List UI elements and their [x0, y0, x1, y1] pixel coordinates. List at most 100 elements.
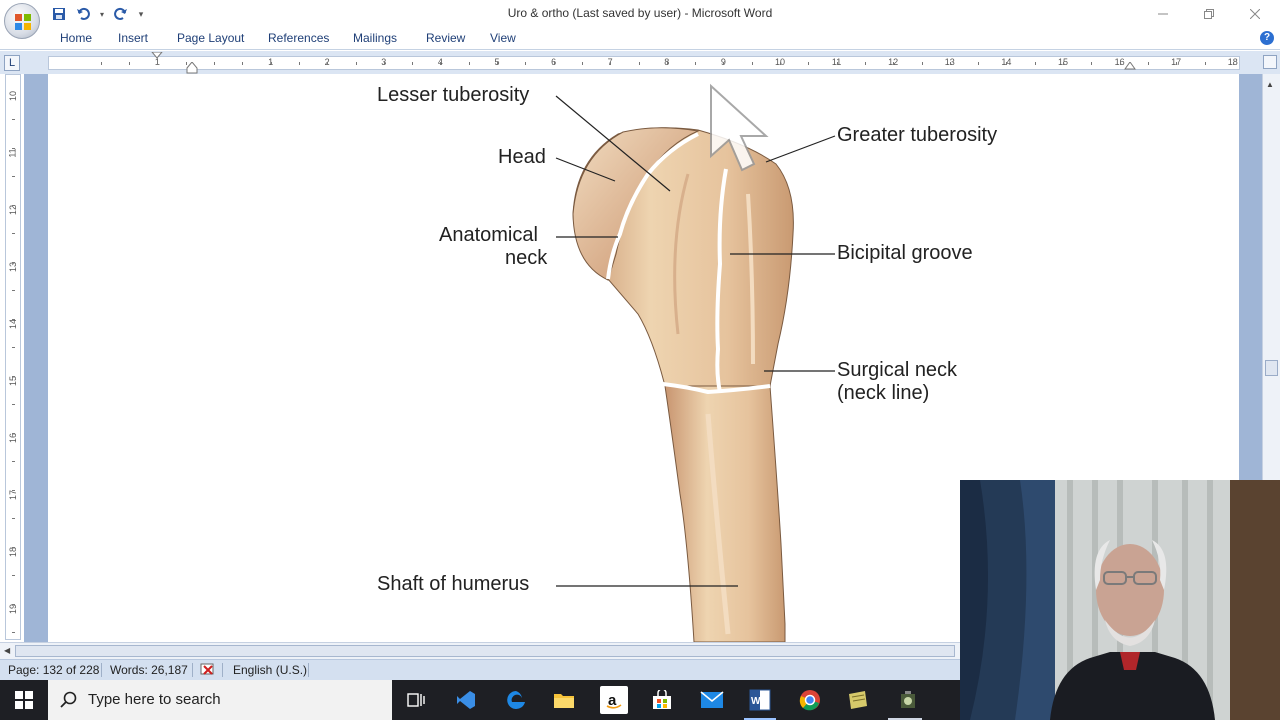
ruler-tick [1091, 62, 1093, 65]
label-shaft-of-humerus: Shaft of humerus [377, 573, 530, 595]
amazon-icon[interactable]: a [600, 686, 628, 714]
ruler-tick [12, 632, 15, 633]
ruler-tick [949, 62, 951, 65]
help-icon[interactable]: ? [1260, 31, 1274, 45]
window-title: Uro & ortho (Last saved by user) - Micro… [507, 6, 773, 20]
right-indent-icon[interactable] [1124, 62, 1136, 70]
word-icon[interactable]: W [746, 686, 774, 714]
scroll-left-icon[interactable]: ◀ [4, 646, 10, 655]
language-status[interactable]: English (U.S.) [233, 663, 307, 677]
ruler-tick [921, 62, 923, 65]
ruler-tick [836, 62, 838, 65]
label-lesser-tuberosity: Lesser tuberosity [377, 84, 530, 106]
vertical-ruler[interactable]: 10 11 12 13 14 15 16 17 18 19 [5, 74, 21, 640]
left-indent-icon[interactable] [186, 62, 198, 74]
chrome-icon[interactable] [796, 686, 824, 714]
store-icon[interactable] [648, 686, 676, 714]
view-ruler-icon[interactable] [1263, 55, 1277, 69]
start-button[interactable] [0, 680, 48, 720]
visual-studio-icon[interactable] [452, 686, 480, 714]
ruler-number: 15 [8, 375, 19, 387]
ruler-tick [12, 518, 15, 519]
horizontal-ruler[interactable]: 112345678910111213141516171819 [48, 52, 1240, 74]
ruler-tick [12, 404, 15, 405]
tab-mailings[interactable]: Mailings [353, 31, 397, 45]
ruler-tick [468, 62, 470, 65]
ruler-tick [525, 62, 527, 65]
camera-app-icon[interactable] [894, 686, 922, 714]
tab-review[interactable]: Review [426, 31, 465, 45]
ruler-tick [12, 233, 15, 234]
ruler-tick [12, 204, 15, 206]
ruler-number: 11 [7, 148, 18, 158]
customize-qat-icon[interactable]: ▾ [136, 5, 146, 23]
word-count-status[interactable]: Words: 26,187 [110, 663, 188, 677]
ruler-tick [978, 62, 980, 65]
label-bicipital-groove: Bicipital groove [837, 242, 973, 264]
mail-icon[interactable] [698, 686, 726, 714]
label-head: Head [498, 146, 546, 168]
ruler-tick [581, 62, 583, 65]
scroll-up-icon[interactable]: ▲ [1266, 80, 1274, 89]
ruler-tick [327, 62, 329, 65]
ruler-tick [12, 147, 15, 149]
undo-dropdown-icon[interactable]: ▾ [98, 5, 106, 23]
windows-logo-icon [15, 691, 33, 709]
status-separator [308, 663, 309, 677]
tab-home[interactable]: Home [60, 31, 92, 45]
title-bar: ▾ ▾ Uro & ortho (Last saved by user) - M… [0, 0, 1280, 39]
edge-icon[interactable] [502, 686, 530, 714]
restore-button[interactable] [1186, 0, 1232, 28]
ruler-number: 10 [8, 90, 19, 102]
horizontal-scrollbar[interactable]: ◀ [0, 642, 960, 659]
vertical-scroll-thumb[interactable] [1265, 360, 1278, 376]
tab-references[interactable]: References [268, 31, 329, 45]
word-window: ▾ ▾ Uro & ortho (Last saved by user) - M… [0, 0, 1280, 720]
save-icon[interactable] [50, 5, 68, 23]
tab-page-layout[interactable]: Page Layout [177, 31, 244, 45]
label-greater-tuberosity: Greater tuberosity [837, 124, 998, 146]
ruler-tick [610, 62, 612, 65]
undo-icon[interactable] [74, 5, 92, 23]
file-explorer-icon[interactable] [550, 686, 578, 714]
taskbar-search-box[interactable]: Type here to search [48, 680, 392, 720]
ruler-tick [666, 62, 668, 65]
ruler-tick [214, 62, 215, 65]
tab-selector-button[interactable]: L [4, 55, 20, 71]
ruler-tick [355, 62, 357, 65]
close-button[interactable] [1232, 0, 1278, 28]
ruler-tick [12, 461, 15, 462]
tab-view[interactable]: View [490, 31, 516, 45]
tab-insert[interactable]: Insert [118, 31, 148, 45]
ruler-number: 18 [8, 546, 19, 558]
ruler-tick [1034, 62, 1036, 65]
proofing-error-icon[interactable] [200, 663, 216, 677]
ruler-tick [638, 62, 640, 65]
ruler-number: 14 [8, 318, 19, 330]
webcam-presenter-image [960, 480, 1280, 720]
ruler-tick [157, 62, 159, 65]
ruler-tick [1147, 62, 1149, 65]
ruler-tick [864, 62, 866, 65]
close-icon [1250, 9, 1260, 19]
horizontal-scroll-thumb[interactable] [15, 645, 955, 657]
redo-icon[interactable] [112, 5, 130, 23]
ruler-tick [12, 119, 15, 120]
ruler-number: 19 [8, 603, 19, 615]
minimize-button[interactable] [1140, 0, 1186, 28]
ruler-tick [780, 62, 781, 65]
ruler-tick [1119, 62, 1121, 65]
office-button[interactable] [4, 3, 40, 39]
minimize-icon [1158, 13, 1168, 15]
task-view-icon[interactable] [402, 686, 430, 714]
ruler-tick [12, 489, 15, 491]
ruler-tick [12, 546, 15, 548]
ruler-tick [1176, 62, 1178, 65]
ruler-number: 13 [8, 261, 19, 273]
ruler-tick [12, 575, 15, 576]
ruler-tick [1063, 62, 1064, 65]
notes-icon[interactable] [844, 686, 872, 714]
ruler-tick [12, 432, 15, 434]
ruler-tick [12, 176, 15, 177]
page-count-status[interactable]: Page: 132 of 228 [8, 663, 99, 677]
